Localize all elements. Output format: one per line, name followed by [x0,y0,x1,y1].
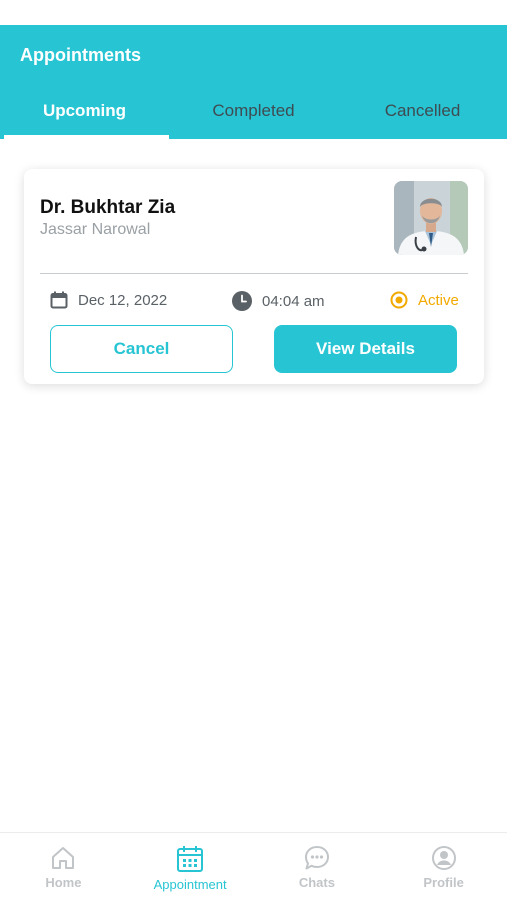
doctor-location: Jassar Narowal [40,221,151,238]
status-text: Active [418,291,459,309]
status-badge: Active [390,291,459,309]
time-text: 04:04 am [262,292,325,310]
tab-completed[interactable]: Completed [169,83,338,139]
tab-bar: Upcoming Completed Cancelled [0,83,507,139]
nav-profile[interactable]: Profile [380,833,507,900]
nav-appointment-label: Appointment [153,877,227,892]
nav-home[interactable]: Home [0,833,127,900]
page-title: Appointments [20,45,141,65]
doctor-avatar [394,181,468,255]
appointment-date: Dec 12, 2022 [50,291,167,309]
nav-profile-label: Profile [423,875,464,890]
calendar-icon [177,846,204,872]
cancel-button[interactable]: Cancel [50,325,233,373]
date-text: Dec 12, 2022 [78,291,168,309]
profile-icon [431,846,456,870]
status-bar [0,0,507,25]
app-header: Appointments Upcoming Completed Cancelle… [0,25,507,139]
active-status-icon [390,291,408,309]
view-details-button[interactable]: View Details [274,325,457,373]
tab-cancelled[interactable]: Cancelled [338,83,507,139]
nav-home-label: Home [45,875,82,890]
chat-icon [304,846,329,870]
appointment-card[interactable]: Dr. Bukhtar Zia Jassar Narowal Dec 12, 2… [24,169,484,384]
nav-appointment[interactable]: Appointment [127,833,254,900]
home-icon [52,847,75,869]
calendar-icon [50,291,68,309]
nav-chats-label: Chats [298,875,335,890]
doctor-name: Dr. Bukhtar Zia [40,197,176,218]
tab-upcoming[interactable]: Upcoming [0,83,169,139]
appointment-meta: Dec 12, 2022 04:04 am Active [50,291,460,315]
card-divider [40,273,468,274]
bottom-nav: Home Appointment Chats Profile [0,832,507,900]
nav-chats[interactable]: Chats [254,833,381,900]
appointment-time: 04:04 am [232,291,325,311]
clock-icon [232,291,252,311]
